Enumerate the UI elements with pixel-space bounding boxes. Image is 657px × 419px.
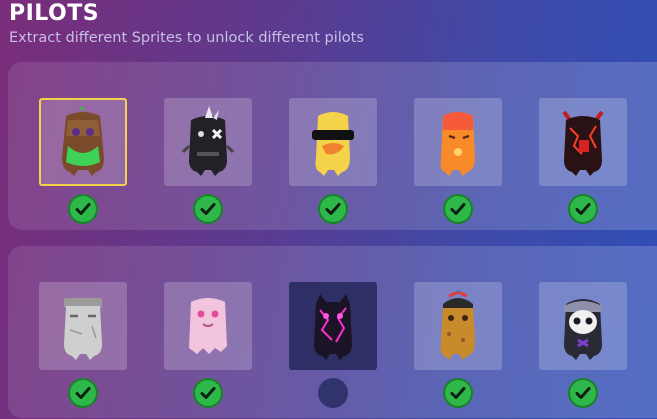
checkmark-icon [200,203,216,215]
unlocked-check-badge [443,378,473,408]
stone-sprite-icon [64,298,102,360]
pilot-tile[interactable] [539,98,627,186]
unlocked-check-badge [68,194,98,224]
pilot-tile[interactable] [39,98,127,186]
unlocked-check-badge [193,194,223,224]
wooden-sprite-icon [62,106,104,176]
unlocked-check-badge [193,378,223,408]
checkmark-icon [450,387,466,399]
locked-empty-badge [318,378,348,408]
pilot-tile[interactable] [164,282,252,370]
pilot-tile[interactable] [414,98,502,186]
pilot-tile[interactable] [414,282,502,370]
page-title: PILOTS [9,1,100,26]
checkmark-icon [575,387,591,399]
cool-duck-sprite-icon [312,112,354,176]
unlocked-check-badge [68,378,98,408]
lava-demon-sprite-icon [562,110,604,176]
checkmark-icon [450,203,466,215]
pilot-tile[interactable] [539,282,627,370]
unlocked-check-badge [568,194,598,224]
page-subtitle: Extract different Sprites to unlock diff… [9,30,364,46]
pilot-tile-locked[interactable] [289,282,377,370]
pilot-tile[interactable] [289,98,377,186]
pilot-tile[interactable] [39,282,127,370]
pilot-tile[interactable] [164,98,252,186]
pink-ghost-sprite-icon [189,298,227,354]
unlocked-check-badge [318,194,348,224]
punk-sprite-icon [181,106,235,176]
checkmark-icon [575,203,591,215]
unlocked-check-badge [568,378,598,408]
checkmark-icon [325,203,341,215]
neon-cat-sprite-icon [314,294,352,360]
orange-sprite-icon [440,112,475,176]
skull-sprite-icon [564,299,602,360]
checkmark-icon [75,387,91,399]
checkmark-icon [75,203,91,215]
checkmark-icon [200,387,216,399]
unlocked-check-badge [443,194,473,224]
propeller-hat-sprite-icon [440,290,475,360]
